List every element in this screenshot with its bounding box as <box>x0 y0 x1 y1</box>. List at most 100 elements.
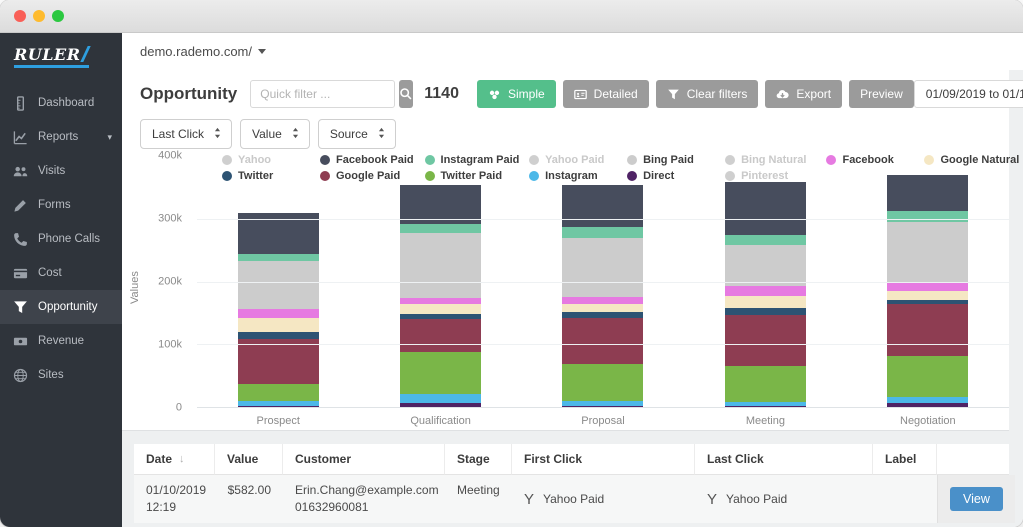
bar-segment-direct[interactable] <box>238 406 319 407</box>
toolbar: Opportunity 1140 Simple Detailed <box>122 70 1009 109</box>
bar-segment-instagram-paid[interactable] <box>238 254 319 261</box>
sidebar-item-visits[interactable]: Visits <box>0 154 122 188</box>
bar-segment-google-paid[interactable] <box>725 315 806 366</box>
bar-segment-google-paid[interactable] <box>400 319 481 351</box>
gridline <box>197 344 1009 345</box>
result-count: 1140 <box>424 85 459 103</box>
sidebar-item-opportunity[interactable]: Opportunity <box>0 290 122 324</box>
bar-segment-facebook[interactable] <box>562 297 643 305</box>
domain-selector[interactable]: demo.rademo.com/ <box>140 44 266 59</box>
date-range-selector[interactable]: 01/09/2019 to 01/10/2019 <box>914 80 1023 108</box>
legend-item-google-paid[interactable]: Google Paid <box>320 168 405 184</box>
bar-segment-facebook-paid[interactable] <box>725 182 806 236</box>
legend-item-yahoo[interactable]: Yahoo <box>222 152 300 168</box>
bar-segment-google-paid[interactable] <box>562 318 643 363</box>
legend-item-google-natural[interactable]: Google Natural <box>924 152 1009 168</box>
bar-segment-twitter[interactable] <box>725 308 806 316</box>
bar-segment-twitter-paid[interactable] <box>562 364 643 402</box>
sidebar-item-revenue[interactable]: Revenue <box>0 324 122 358</box>
bar-segment-google-natural[interactable] <box>400 304 481 314</box>
sidebar-item-forms[interactable]: Forms <box>0 188 122 222</box>
simple-view-button[interactable]: Simple <box>477 80 556 108</box>
legend-item-twitter[interactable]: Twitter <box>222 168 300 184</box>
bar-segment-instagram[interactable] <box>400 394 481 402</box>
bar-segment-twitter-paid[interactable] <box>238 384 319 401</box>
select-source[interactable]: Source <box>318 119 396 149</box>
clear-filters-button[interactable]: Clear filters <box>656 80 759 108</box>
legend-item-facebook-paid[interactable]: Facebook Paid <box>320 152 405 168</box>
legend-item-bing-natural[interactable]: Bing Natural <box>725 152 806 168</box>
table-header-stage[interactable]: Stage <box>445 444 512 475</box>
zoom-window-button[interactable] <box>52 10 64 22</box>
table-header-customer[interactable]: Customer <box>283 444 445 475</box>
bar-segment-instagram-paid[interactable] <box>887 211 968 222</box>
bar-segment-facebook-paid[interactable] <box>562 185 643 227</box>
legend-dot <box>222 171 232 181</box>
preview-button[interactable]: Preview <box>849 80 914 108</box>
bar-segment-facebook[interactable] <box>238 309 319 318</box>
legend-item-direct[interactable]: Direct <box>627 168 705 184</box>
sidebar-item-phone-calls[interactable]: Phone Calls <box>0 222 122 256</box>
cell-date: 01/10/201912:19 <box>134 475 215 523</box>
bar-segment-bing-paid[interactable] <box>887 222 968 282</box>
legend-item-instagram-paid[interactable]: Instagram Paid <box>425 152 510 168</box>
bar-segment-twitter-paid[interactable] <box>400 352 481 395</box>
table-header-label[interactable]: Label <box>873 444 937 475</box>
bar-segment-google-natural[interactable] <box>562 304 643 312</box>
bar-segment-google-paid[interactable] <box>238 339 319 384</box>
bar-segment-direct[interactable] <box>400 403 481 407</box>
sidebar-item-reports[interactable]: Reports▾ <box>0 120 122 154</box>
bar-segment-google-natural[interactable] <box>887 291 968 300</box>
table-header-value[interactable]: Value <box>215 444 283 475</box>
logo[interactable]: RULER <box>0 33 122 78</box>
table-row[interactable]: 01/10/201912:19 $582.00 Erin.Chang@examp… <box>134 475 1009 523</box>
bar-segment-direct[interactable] <box>887 403 968 407</box>
bar-segment-bing-paid[interactable] <box>238 261 319 309</box>
detailed-view-button[interactable]: Detailed <box>563 80 649 108</box>
legend-item-twitter-paid[interactable]: Twitter Paid <box>425 168 510 184</box>
bar-segment-direct[interactable] <box>725 406 806 407</box>
bar-segment-bing-paid[interactable] <box>400 233 481 298</box>
gridline <box>197 282 1009 283</box>
bar-segment-twitter-paid[interactable] <box>887 356 968 397</box>
bar-segment-google-natural[interactable] <box>238 318 319 332</box>
bar-segment-facebook[interactable] <box>725 286 806 296</box>
sidebar-item-dashboard[interactable]: Dashboard <box>0 86 122 120</box>
cell-value: $582.00 <box>215 475 283 523</box>
bar-segment-twitter-paid[interactable] <box>725 366 806 402</box>
bar-segment-bing-paid[interactable] <box>725 245 806 286</box>
cell-actions: View <box>937 475 1015 523</box>
legend-item-bing-paid[interactable]: Bing Paid <box>627 152 705 168</box>
close-window-button[interactable] <box>14 10 26 22</box>
bar-segment-google-paid[interactable] <box>887 304 968 356</box>
money-icon <box>13 334 28 349</box>
quick-filter-input[interactable] <box>250 80 395 108</box>
legend-item-yahoo-paid[interactable]: Yahoo Paid <box>529 152 607 168</box>
search-button[interactable] <box>399 80 413 108</box>
select-last-click[interactable]: Last Click <box>140 119 232 149</box>
view-button[interactable]: View <box>950 487 1003 511</box>
bar-segment-instagram-paid[interactable] <box>400 224 481 233</box>
legend-item-pinterest[interactable]: Pinterest <box>725 168 806 184</box>
legend-item-facebook[interactable]: Facebook <box>826 152 904 168</box>
sidebar-item-sites[interactable]: Sites <box>0 358 122 392</box>
table-header-first-click[interactable]: First Click <box>512 444 695 475</box>
export-button[interactable]: Export <box>765 80 842 108</box>
legend-label: Bing Paid <box>643 154 694 166</box>
bar-segment-bing-paid[interactable] <box>562 238 643 297</box>
sidebar-item-cost[interactable]: Cost <box>0 256 122 290</box>
bar-segment-instagram-paid[interactable] <box>725 235 806 245</box>
sidebar-item-label: Phone Calls <box>38 233 100 245</box>
table-header-date[interactable]: Date↓ <box>134 444 215 475</box>
legend-item-instagram[interactable]: Instagram <box>529 168 607 184</box>
bar-segment-instagram-paid[interactable] <box>562 227 643 238</box>
select-value[interactable]: Value <box>240 119 310 149</box>
bar-segment-direct[interactable] <box>562 406 643 407</box>
bar-segment-google-natural[interactable] <box>725 296 806 307</box>
legend-label: Google Paid <box>336 170 400 182</box>
legend-label: Yahoo <box>238 154 271 166</box>
table-header-last-click[interactable]: Last Click <box>695 444 873 475</box>
minimize-window-button[interactable] <box>33 10 45 22</box>
bar-segment-twitter[interactable] <box>238 332 319 339</box>
bar-segment-facebook[interactable] <box>887 283 968 291</box>
